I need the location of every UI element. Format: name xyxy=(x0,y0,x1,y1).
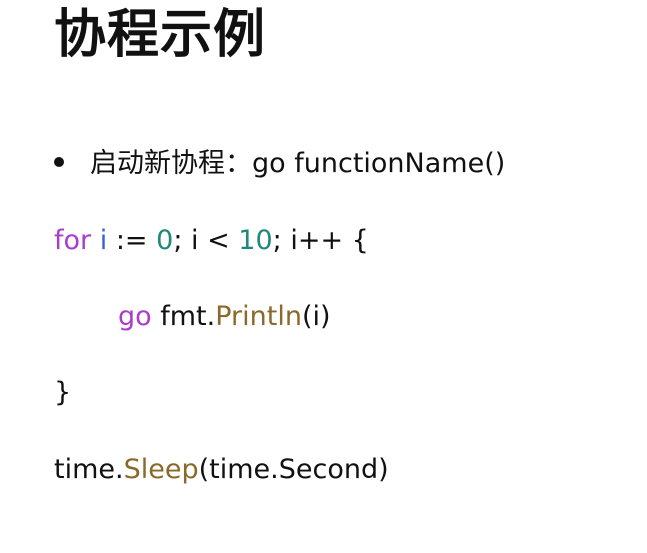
number-ten: 10 xyxy=(238,225,273,256)
function-sleep: Sleep xyxy=(123,454,199,485)
loop-increment: ; i++ { xyxy=(272,225,369,256)
bullet-label: 启动新协程： xyxy=(90,148,252,179)
code-line-sleep: time.Sleep(time.Second) xyxy=(54,452,389,488)
keyword-for: for xyxy=(54,225,92,256)
package-fmt: fmt. xyxy=(151,301,216,332)
bullet-code: go functionName() xyxy=(252,148,506,179)
package-time: time. xyxy=(54,454,124,485)
keyword-go: go xyxy=(118,301,152,332)
slide: 协程示例 启动新协程：go functionName() for i := 0;… xyxy=(0,0,647,553)
println-args: (i) xyxy=(301,301,331,332)
loop-condition: ; i < xyxy=(173,225,239,256)
number-zero: 0 xyxy=(156,225,174,256)
code-line-for: for i := 0; i < 10; i++ { xyxy=(54,223,369,259)
bullet-item: 启动新协程：go functionName() xyxy=(54,146,505,182)
code-line-close-brace: } xyxy=(54,377,72,408)
page-title: 协程示例 xyxy=(54,5,267,65)
code-line-go: go fmt.Println(i) xyxy=(118,299,331,335)
sleep-args: (time.Second) xyxy=(198,454,389,485)
bullet-dot-icon xyxy=(54,156,64,167)
function-println: Println xyxy=(215,301,302,332)
assign-operator: := xyxy=(107,225,157,256)
